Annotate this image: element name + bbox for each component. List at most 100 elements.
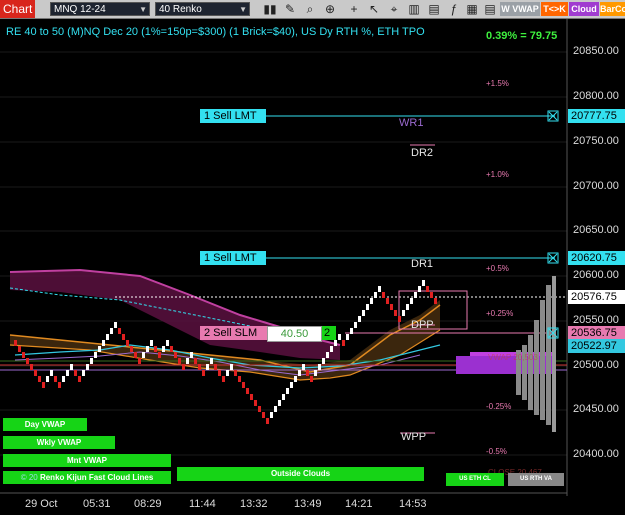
renko-brick xyxy=(374,292,377,298)
renko-brick xyxy=(398,316,401,322)
renko-brick xyxy=(322,358,325,364)
price-tag-last: 20576.75 xyxy=(568,290,625,304)
mnt-vwap-button[interactable]: Mnt VWAP xyxy=(3,454,171,467)
chart-title: RE 40 to 50 (M)NQ Dec 20 (1%=150p=$300) … xyxy=(6,26,425,38)
renko-brick xyxy=(294,376,297,382)
renko-brick xyxy=(334,340,337,346)
renko-brick xyxy=(290,382,293,388)
renko-brick xyxy=(34,370,37,376)
price-axis-label: 20400.00 xyxy=(573,448,619,460)
price-axis-label: 20550.00 xyxy=(573,314,619,326)
price-tag-sell1: 20777.75 xyxy=(568,109,625,123)
price-axis-label: 20650.00 xyxy=(573,224,619,236)
renko-brick xyxy=(378,286,381,292)
renko-brick xyxy=(422,280,425,286)
renko-brick xyxy=(90,358,93,364)
renko-brick xyxy=(430,292,433,298)
pct-level-label: -0.25% xyxy=(486,402,512,411)
renko-brick xyxy=(66,370,69,376)
renko-brick xyxy=(418,286,421,292)
renko-brick xyxy=(254,400,257,406)
stop-order-qty[interactable]: 2 xyxy=(322,326,336,340)
renko-brick xyxy=(426,286,429,292)
price-tag-stop: 20536.75 xyxy=(568,326,625,340)
renko-brick xyxy=(298,370,301,376)
renko-brick xyxy=(54,376,57,382)
renko-brick xyxy=(58,382,61,388)
renko-brick xyxy=(162,346,165,352)
renko-brick xyxy=(178,358,181,364)
pivot-dpp: DPP xyxy=(411,319,434,331)
renko-brick xyxy=(370,298,373,304)
price-axis-label: 20850.00 xyxy=(573,45,619,57)
renko-brick xyxy=(114,322,117,328)
renko-brick xyxy=(82,370,85,376)
renko-brick xyxy=(434,298,437,304)
renko-brick xyxy=(214,364,217,370)
sell-stop-order[interactable]: 2 Sell SLM xyxy=(200,326,267,340)
renko-brick xyxy=(154,346,157,352)
time-axis-label: 29 Oct xyxy=(25,498,58,510)
price-axis-label: 20500.00 xyxy=(573,359,619,371)
stop-order-price[interactable]: 40.50 xyxy=(267,326,322,342)
renko-brick xyxy=(14,340,17,346)
renko-brick xyxy=(138,358,141,364)
renko-brick xyxy=(62,376,65,382)
renko-brick xyxy=(130,346,133,352)
renko-brick xyxy=(38,376,41,382)
renko-brick xyxy=(282,394,285,400)
pct-level-label: +1.5% xyxy=(486,79,509,88)
sell-limit-order-1[interactable]: 1 Sell LMT xyxy=(200,109,266,123)
renko-brick xyxy=(414,292,417,298)
renko-brick xyxy=(274,406,277,412)
renko-brick xyxy=(18,346,21,352)
price-tag-vwap: 20522.97 xyxy=(568,339,625,353)
renko-brick xyxy=(310,376,313,382)
renko-brick xyxy=(182,364,185,370)
renko-brick xyxy=(406,304,409,310)
sell-limit-order-2[interactable]: 1 Sell LMT xyxy=(200,251,266,265)
renko-brick xyxy=(410,298,413,304)
renko-brick xyxy=(150,340,153,346)
renko-brick xyxy=(382,292,385,298)
renko-brick xyxy=(202,370,205,376)
renko-brick xyxy=(330,346,333,352)
renko-brick xyxy=(218,370,221,376)
renko-brick xyxy=(122,334,125,340)
outside-clouds-button[interactable]: Outside Clouds xyxy=(177,467,424,481)
pivot-wr1: WR1 xyxy=(399,117,424,129)
renko-brick xyxy=(314,370,317,376)
percent-change: 0.39% = 79.75 xyxy=(486,30,558,42)
renko-brick xyxy=(342,340,345,346)
renko-brick xyxy=(266,418,269,424)
time-axis-label: 11:44 xyxy=(189,498,216,510)
wkly-vwap-button[interactable]: Wkly VWAP xyxy=(3,436,115,449)
renko-kijun-button[interactable]: © 20 Renko Kijun Fast Cloud Lines xyxy=(3,471,171,484)
us-eth-button[interactable]: US ETH CL xyxy=(446,473,504,486)
chart-canvas[interactable] xyxy=(0,0,625,496)
price-axis-label: 20450.00 xyxy=(573,403,619,415)
renko-brick xyxy=(210,358,213,364)
renko-brick xyxy=(242,382,245,388)
renko-brick xyxy=(126,340,129,346)
renko-brick xyxy=(222,376,225,382)
renko-brick xyxy=(70,364,73,370)
renko-brick xyxy=(110,328,113,334)
renko-brick xyxy=(390,304,393,310)
pct-level-label: -0.5% xyxy=(486,447,507,456)
renko-brick xyxy=(250,394,253,400)
pct-level-label: +1.0% xyxy=(486,170,509,179)
renko-brick xyxy=(394,310,397,316)
us-rth-button[interactable]: US RTH VA xyxy=(508,473,564,486)
day-vwap-button[interactable]: Day VWAP xyxy=(3,418,87,431)
renko-brick xyxy=(358,316,361,322)
renko-brick xyxy=(186,358,189,364)
renko-brick xyxy=(50,370,53,376)
renko-brick xyxy=(46,376,49,382)
renko-brick xyxy=(386,298,389,304)
price-axis-label: 20750.00 xyxy=(573,135,619,147)
renko-brick xyxy=(106,334,109,340)
renko-brick xyxy=(270,412,273,418)
renko-brick xyxy=(146,346,149,352)
time-axis-label: 13:32 xyxy=(240,498,268,510)
